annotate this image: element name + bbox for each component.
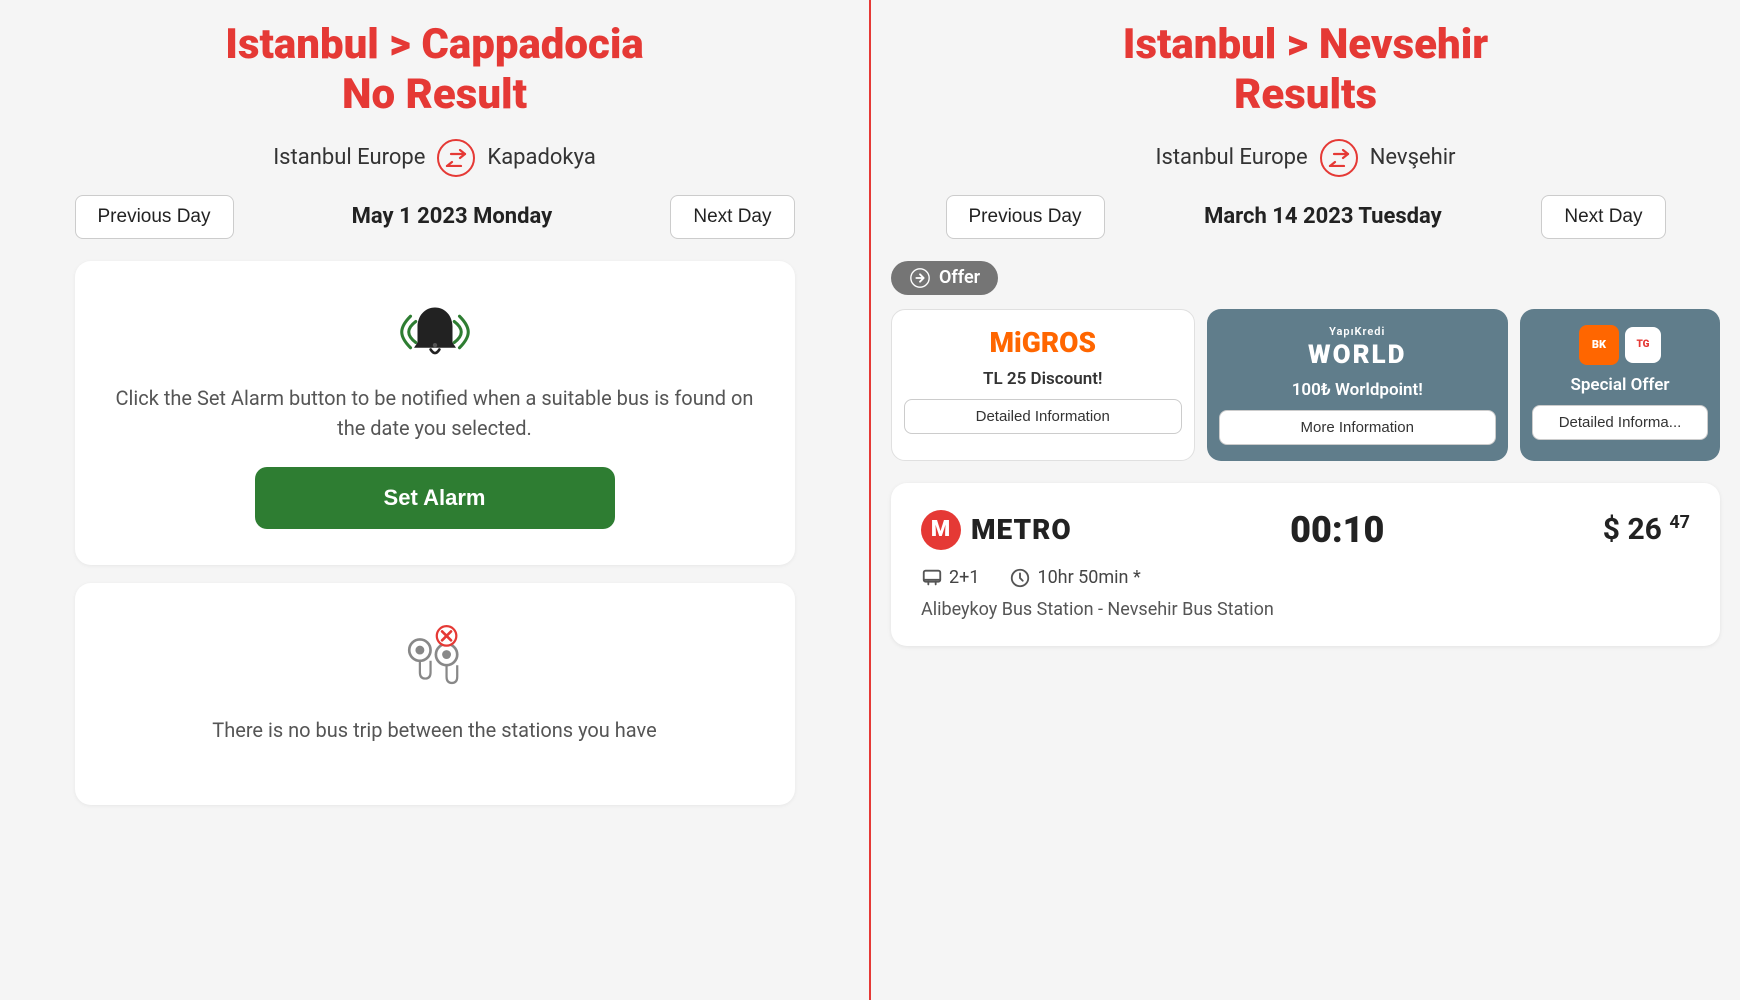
- price-cents: 47: [1669, 512, 1690, 533]
- offer-tag-label: Offer: [939, 267, 980, 288]
- bus-duration: 10hr 50min *: [1009, 567, 1140, 589]
- right-title: Istanbul > Nevsehir Results: [1123, 20, 1488, 121]
- seats-label: 2+1: [949, 567, 979, 588]
- bus-departure-time: 00:10: [1290, 509, 1384, 551]
- bus-price: $ 26 47: [1603, 512, 1690, 547]
- metro-circle: M: [921, 510, 961, 550]
- set-alarm-button[interactable]: Set Alarm: [255, 467, 615, 529]
- bus-route: Alibeykoy Bus Station - Nevsehir Bus Sta…: [921, 599, 1690, 620]
- left-panel: Istanbul > Cappadocia No Result Istanbul…: [0, 0, 871, 1000]
- right-prev-day-button[interactable]: Previous Day: [946, 195, 1105, 239]
- burgerking-info-button[interactable]: Detailed Informa...: [1532, 405, 1708, 440]
- swap-icon: [437, 139, 475, 177]
- left-title-line1: Istanbul > Cappadocia: [225, 20, 643, 69]
- offer-tag: Offer: [891, 261, 998, 295]
- migros-info-button[interactable]: Detailed Information: [904, 399, 1182, 434]
- world-logo: WORLD: [1308, 340, 1406, 370]
- right-title-line2: Results: [1234, 70, 1377, 119]
- right-next-day-button[interactable]: Next Day: [1541, 195, 1665, 239]
- bus-result-card: M METRO 00:10 $ 26 47: [891, 483, 1720, 646]
- left-to: Kapadokya: [487, 145, 595, 170]
- duration-label: 10hr 50min *: [1037, 567, 1140, 588]
- migros-discount: TL 25 Discount!: [983, 369, 1102, 389]
- offer-card-migros: MiGROS TL 25 Discount! Detailed Informat…: [891, 309, 1195, 461]
- left-nav-bar: Previous Day May 1 2023 Monday Next Day: [75, 195, 795, 239]
- burgerking-logo: BK TG: [1579, 325, 1661, 365]
- migros-logo: MiGROS: [990, 326, 1096, 359]
- left-title: Istanbul > Cappadocia No Result: [225, 20, 643, 121]
- no-route-text: There is no bus trip between the station…: [212, 715, 656, 745]
- right-title-line1: Istanbul > Nevsehir: [1123, 20, 1488, 69]
- swap-icon-right: [1320, 139, 1358, 177]
- right-panel: Istanbul > Nevsehir Results Istanbul Eur…: [871, 0, 1740, 1000]
- left-title-line2: No Result: [342, 70, 527, 119]
- right-to: Nevşehir: [1370, 145, 1456, 170]
- world-discount: 100₺ Worldpoint!: [1292, 380, 1423, 400]
- burgerking-discount: Special Offer: [1570, 375, 1669, 395]
- right-from: Istanbul Europe: [1155, 145, 1307, 170]
- currency-sign: $: [1603, 512, 1620, 547]
- metro-logo: M METRO: [921, 510, 1072, 550]
- right-route-bar: Istanbul Europe Nevşehir: [1155, 139, 1455, 177]
- bus-seats: 2+1: [921, 567, 979, 589]
- clock-icon: [1009, 567, 1031, 589]
- offer-card-burgerking: BK TG Special Offer Detailed Informa...: [1520, 309, 1720, 461]
- world-info-button[interactable]: More Information: [1219, 410, 1497, 445]
- alarm-card: Click the Set Alarm button to be notifie…: [75, 261, 795, 565]
- right-nav-bar: Previous Day March 14 2023 Tuesday Next …: [946, 195, 1666, 239]
- world-logo-group: YapıKredi WORLD: [1308, 325, 1406, 370]
- left-prev-day-button[interactable]: Previous Day: [75, 195, 234, 239]
- left-route-bar: Istanbul Europe Kapadokya: [273, 139, 596, 177]
- offer-card-world: YapıKredi WORLD 100₺ Worldpoint! More In…: [1207, 309, 1509, 461]
- right-date: March 14 2023 Tuesday: [1204, 204, 1442, 229]
- right-content: Offer MiGROS TL 25 Discount! Detailed In…: [891, 261, 1720, 646]
- yapikredi-text: YapıKredi: [1329, 325, 1385, 338]
- metro-m-icon: M: [931, 517, 951, 542]
- no-route-icon: [395, 619, 475, 715]
- metro-company-name: METRO: [971, 513, 1072, 546]
- bell-icon: [400, 297, 470, 367]
- seat-icon: [921, 567, 943, 589]
- bus-details: 2+1 10hr 50min *: [921, 567, 1690, 589]
- price-whole: 26: [1627, 512, 1661, 547]
- offers-row: MiGROS TL 25 Discount! Detailed Informat…: [891, 309, 1720, 461]
- left-next-day-button[interactable]: Next Day: [670, 195, 794, 239]
- alarm-card-text: Click the Set Alarm button to be notifie…: [105, 383, 765, 443]
- left-date: May 1 2023 Monday: [352, 204, 553, 229]
- no-route-card: There is no bus trip between the station…: [75, 583, 795, 805]
- left-from: Istanbul Europe: [273, 145, 425, 170]
- bus-card-top: M METRO 00:10 $ 26 47: [921, 509, 1690, 551]
